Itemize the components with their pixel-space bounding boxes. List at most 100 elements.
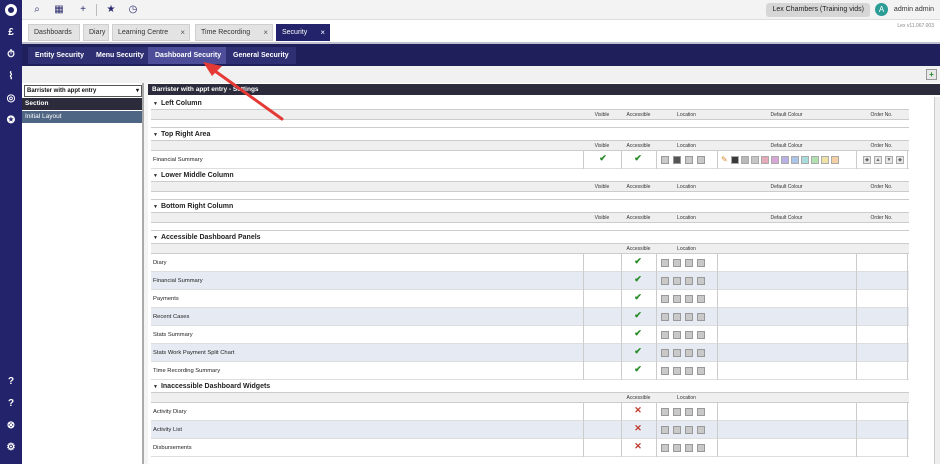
location-3-icon[interactable]: [685, 156, 693, 164]
star-icon[interactable]: ★: [104, 3, 118, 17]
colour-swatch[interactable]: [821, 156, 829, 164]
avatar[interactable]: A: [875, 3, 888, 16]
colour-swatch[interactable]: [801, 156, 809, 164]
colour-swatch[interactable]: [751, 156, 759, 164]
group-header[interactable]: ▼ Lower Middle Column: [151, 169, 909, 182]
plus-icon[interactable]: +: [76, 3, 90, 17]
accessible-check-icon[interactable]: ✔: [633, 292, 643, 303]
accessible-check-icon[interactable]: ✔: [633, 153, 643, 164]
group-header[interactable]: ▼ Left Column: [151, 97, 909, 110]
accessible-check-icon[interactable]: ✔: [633, 310, 643, 321]
caret-down-icon[interactable]: ▼: [153, 235, 158, 241]
location-4-icon[interactable]: [697, 277, 705, 285]
tab-dashboards[interactable]: Dashboards: [28, 24, 80, 41]
location-1-icon[interactable]: [661, 259, 669, 267]
caret-down-icon[interactable]: ▼: [153, 173, 158, 179]
location-1-icon[interactable]: [661, 444, 669, 452]
tab-learning-centre[interactable]: Learning Centre ×: [112, 24, 190, 41]
location-4-icon[interactable]: [697, 295, 705, 303]
role-select[interactable]: Barrister with appt entry ▾: [24, 85, 142, 97]
colour-swatch[interactable]: [781, 156, 789, 164]
company-badge[interactable]: Lex Chambers (Training vids): [766, 3, 870, 17]
colour-swatch[interactable]: [791, 156, 799, 164]
stopwatch-icon[interactable]: ⏱: [4, 48, 18, 62]
close-icon[interactable]: ×: [263, 25, 268, 40]
pound-icon[interactable]: £: [4, 26, 18, 40]
location-4-icon[interactable]: [697, 313, 705, 321]
help-icon[interactable]: ?: [4, 375, 18, 389]
colour-swatch[interactable]: [811, 156, 819, 164]
accessible-check-icon[interactable]: ✔: [633, 328, 643, 339]
tab-time-recording[interactable]: Time Recording ×: [195, 24, 273, 41]
location-2-icon[interactable]: [673, 313, 681, 321]
colour-swatch[interactable]: [741, 156, 749, 164]
chart-icon[interactable]: ⌇: [4, 70, 18, 84]
location-2-icon[interactable]: [673, 295, 681, 303]
add-icon[interactable]: +: [926, 69, 937, 80]
order-button-icon[interactable]: ▲: [874, 156, 882, 164]
colour-swatch[interactable]: [731, 156, 739, 164]
location-1-icon[interactable]: [661, 277, 669, 285]
accessible-check-icon[interactable]: ✔: [633, 274, 643, 285]
location-3-icon[interactable]: [685, 295, 693, 303]
location-1-icon[interactable]: [661, 349, 669, 357]
order-button-icon[interactable]: ▼: [885, 156, 893, 164]
order-button-icon[interactable]: ◆: [863, 156, 871, 164]
group-header[interactable]: ▼ Top Right Area: [151, 128, 909, 141]
target-icon[interactable]: ◎: [4, 92, 18, 106]
search-icon[interactable]: ⌕: [30, 3, 44, 17]
location-4-icon[interactable]: [697, 408, 705, 416]
accessible-check-icon[interactable]: ✔: [633, 364, 643, 375]
caret-down-icon[interactable]: ▼: [153, 204, 158, 210]
accessible-check-icon[interactable]: ✔: [633, 256, 643, 267]
scrollbar[interactable]: [934, 97, 940, 464]
location-2-icon[interactable]: [673, 426, 681, 434]
location-4-icon[interactable]: [697, 426, 705, 434]
group-header[interactable]: ▼ Inaccessible Dashboard Widgets: [151, 380, 909, 393]
location-2-icon[interactable]: [673, 349, 681, 357]
caret-down-icon[interactable]: ▼: [153, 132, 158, 138]
section-item-initial-layout[interactable]: Initial Layout: [22, 111, 142, 123]
location-4-icon[interactable]: [697, 444, 705, 452]
visible-check-icon[interactable]: ✔: [598, 153, 608, 164]
location-3-icon[interactable]: [685, 367, 693, 375]
colour-swatch[interactable]: [771, 156, 779, 164]
location-3-icon[interactable]: [685, 408, 693, 416]
lifebuoy-icon[interactable]: ⊗: [4, 419, 18, 433]
logo-icon[interactable]: [5, 4, 17, 16]
location-2-icon[interactable]: [673, 331, 681, 339]
location-2-icon[interactable]: [673, 367, 681, 375]
tab-diary[interactable]: Diary: [83, 24, 109, 41]
location-1-icon[interactable]: [661, 295, 669, 303]
location-2-icon[interactable]: [673, 277, 681, 285]
location-1-icon[interactable]: [661, 408, 669, 416]
location-3-icon[interactable]: [685, 259, 693, 267]
location-4-icon[interactable]: [697, 331, 705, 339]
tab-security[interactable]: Security ×: [276, 24, 330, 41]
subtab-general-security[interactable]: General Security: [226, 47, 296, 64]
location-2-icon[interactable]: [673, 408, 681, 416]
location-1-icon[interactable]: [661, 313, 669, 321]
location-2-icon[interactable]: [673, 259, 681, 267]
location-1-icon[interactable]: [661, 367, 669, 375]
colour-swatch[interactable]: [761, 156, 769, 164]
close-icon[interactable]: ×: [180, 25, 185, 40]
location-2-icon[interactable]: [673, 156, 681, 164]
inaccessible-cross-icon[interactable]: ✕: [633, 405, 643, 416]
user-name[interactable]: admin admin: [894, 3, 934, 17]
location-3-icon[interactable]: [685, 444, 693, 452]
location-1-icon[interactable]: [661, 156, 669, 164]
location-4-icon[interactable]: [697, 367, 705, 375]
location-2-icon[interactable]: [673, 444, 681, 452]
caret-down-icon[interactable]: ▼: [153, 384, 158, 390]
caret-down-icon[interactable]: ▼: [153, 101, 158, 107]
settings-icon[interactable]: ⚙: [4, 441, 18, 455]
palette-icon[interactable]: ✎: [721, 155, 728, 164]
subtab-entity-security[interactable]: Entity Security: [28, 47, 92, 64]
order-button-icon[interactable]: ◆: [896, 156, 904, 164]
clock-icon[interactable]: ◷: [126, 3, 140, 17]
colour-swatch[interactable]: [831, 156, 839, 164]
inaccessible-cross-icon[interactable]: ✕: [633, 441, 643, 452]
subtab-dashboard-security[interactable]: Dashboard Security: [148, 47, 229, 64]
location-3-icon[interactable]: [685, 331, 693, 339]
